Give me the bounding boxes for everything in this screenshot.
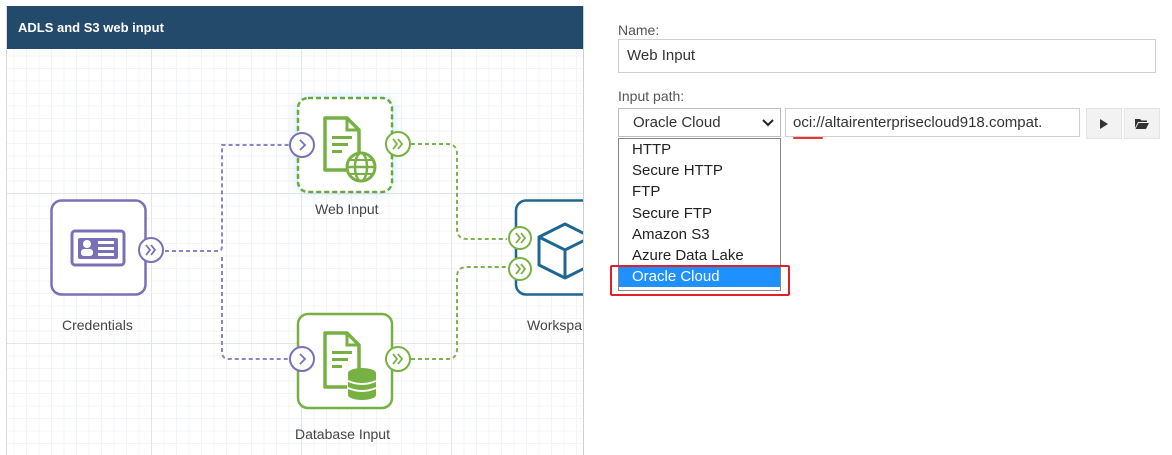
wire-database-input-workspace [411,266,507,360]
name-field-value: Web Input [627,47,696,64]
input-path-value: oci://altairenterprisecloud918.compat. [793,114,1043,131]
protocol-select[interactable]: Oracle Cloud [618,108,781,137]
input-port-icon [508,257,532,281]
wire-web-input-workspace [411,143,507,240]
cube-icon [537,222,583,280]
protocol-option[interactable]: FTP [619,181,780,202]
output-port-icon [385,346,411,372]
workspace-label: Workspa [527,317,582,333]
credentials-label: Credentials [62,317,133,333]
properties-panel: Name: Web Input Input path: Oracle Cloud… [600,0,1172,455]
workflow-canvas-panel: ADLS and S3 web input Credentials Web In… [6,6,584,455]
input-port-icon [508,226,532,250]
folder-open-icon [1135,119,1149,129]
wire-credentials-web-input [165,144,289,252]
web-input-node[interactable] [275,84,425,209]
protocol-option[interactable]: HTTP [619,139,780,160]
spellcheck-underline [793,137,823,139]
protocol-option[interactable]: Secure HTTP [619,160,780,181]
input-path-label: Input path: [618,88,685,104]
id-card-icon [70,229,126,267]
input-port-icon [289,132,315,158]
canvas-title: ADLS and S3 web input [7,6,583,49]
output-port-icon [138,237,164,263]
workflow-canvas[interactable]: Credentials Web Input Database Input Wor… [7,49,583,455]
protocol-option[interactable]: Secure FTP [619,203,780,224]
input-port-icon [289,346,315,372]
input-path-field[interactable]: oci://altairenterprisecloud918.compat. [785,108,1080,137]
credentials-node[interactable] [50,199,180,304]
database-input-node[interactable] [275,299,425,424]
protocol-option[interactable]: Amazon S3 [619,224,780,245]
workspace-node[interactable] [499,199,583,314]
protocol-dropdown-list: HTTP Secure HTTP FTP Secure FTP Amazon S3 Azu… [618,138,781,291]
output-port-icon [385,131,411,157]
name-field[interactable]: Web Input [618,39,1156,73]
name-label: Name: [618,22,660,38]
protocol-option[interactable]: Azure Data Lake [619,245,780,266]
protocol-select-value: Oracle Cloud [633,114,721,131]
protocol-option[interactable]: Oracle Cloud [619,266,780,288]
play-icon [1100,118,1108,129]
database-input-label: Database Input [295,426,390,442]
browse-button[interactable] [1124,108,1160,139]
run-button[interactable] [1086,108,1122,139]
web-input-label: Web Input [315,201,379,217]
